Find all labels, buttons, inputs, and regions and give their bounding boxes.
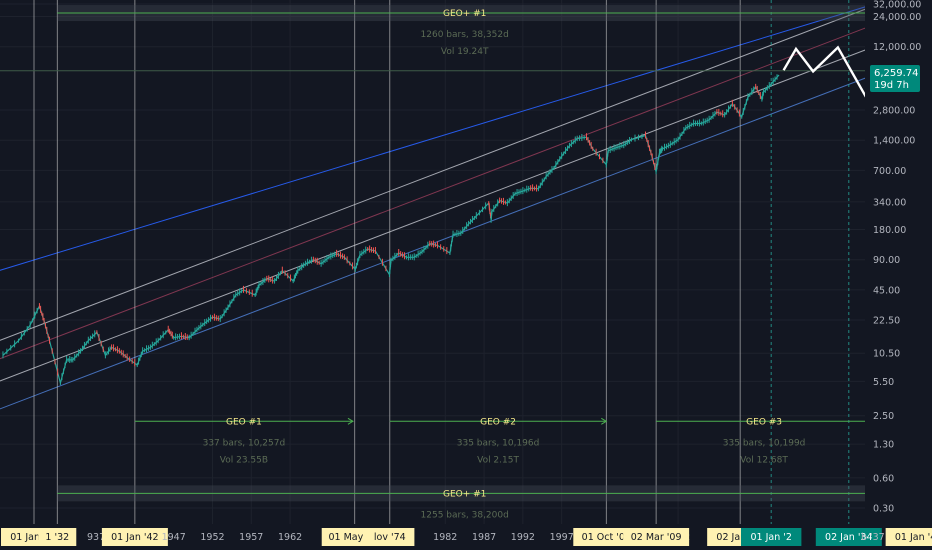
time-tick-label: 1992: [511, 532, 535, 543]
price-tick-label: 24,000.00: [873, 12, 921, 23]
time-tick-label: 1997: [550, 532, 574, 543]
range-title-3: GEO #3: [746, 417, 782, 427]
range-vol-0: Vol 19.24T: [441, 47, 489, 57]
last-price-badge: 6,259.7419d 7h: [870, 65, 920, 93]
date-badge-label: 01 Jan '42: [111, 532, 158, 543]
time-tick-label: 1962: [278, 532, 302, 543]
price-tick-label: 5.50: [873, 377, 894, 388]
range-vol-3: Vol 12.68T: [740, 455, 788, 465]
price-tick-label: 90.00: [873, 255, 900, 266]
price-chart[interactable]: GEO+ #1 1260 bars, 38,352d Vol 19.24T GEO #…: [0, 0, 932, 550]
price-tick-label: 2,800.00: [873, 106, 915, 117]
date-badge-label: 01 Jan '2: [750, 532, 791, 543]
range-bars-3: 335 bars, 10,199d: [723, 438, 806, 448]
price-tick-label: 1,400.00: [873, 136, 915, 147]
range-title-4: GEO+ #1: [443, 489, 486, 499]
range-title-2: GEO #2: [480, 417, 516, 427]
time-tick-label: 1957: [239, 532, 263, 543]
price-tick-label: 0.30: [873, 504, 894, 515]
price-tick-label: 180.00: [873, 225, 906, 236]
price-tick-label: 32,000.00: [873, 0, 921, 11]
date-badge-label: 1 '32: [45, 532, 69, 543]
price-tick-label: 0.60: [873, 473, 894, 484]
range-vol-2: Vol 2.15T: [477, 455, 519, 465]
price-tick-label: 12,000.00: [873, 42, 921, 53]
price-tick-label: 1.30: [873, 440, 894, 451]
time-tick-label: 1952: [200, 532, 224, 543]
date-badge-label: 02 Mar '09: [631, 532, 682, 543]
date-badge-label: b '37: [861, 532, 885, 543]
price-tick-label: 340.00: [873, 197, 906, 208]
price-tick-label: 45.00: [873, 285, 900, 296]
price-tick-label: 10.50: [873, 349, 900, 360]
time-tick-label: 1982: [433, 532, 457, 543]
range-bars-1: 337 bars, 10,257d: [203, 438, 286, 448]
range-title-0: GEO+ #1: [443, 9, 486, 19]
time-axis[interactable]: 1952195719621982198719921997201220472057…: [0, 524, 932, 550]
date-badge-label: 01 Jan '43: [895, 532, 932, 543]
last-price-value: 6,259.74: [874, 68, 919, 79]
range-bars-0: 1260 bars, 38,352d: [421, 30, 509, 40]
range-bars-4: 1255 bars, 38,200d: [421, 510, 509, 520]
price-tick-label: 2.50: [873, 411, 894, 422]
chart-background: [0, 0, 932, 550]
range-vol-1: Vol 23.55B: [220, 455, 268, 465]
price-tick-label: 22.50: [873, 316, 900, 327]
price-tick-label: 700.00: [873, 166, 906, 177]
date-badge-label: lov '74: [374, 532, 406, 543]
time-tick-label: 1987: [472, 532, 496, 543]
date-badge-label: 1947: [162, 532, 186, 543]
range-bars-2: 335 bars, 10,196d: [457, 438, 540, 448]
last-price-countdown: 19d 7h: [874, 80, 909, 91]
range-title-1: GEO #1: [226, 417, 262, 427]
